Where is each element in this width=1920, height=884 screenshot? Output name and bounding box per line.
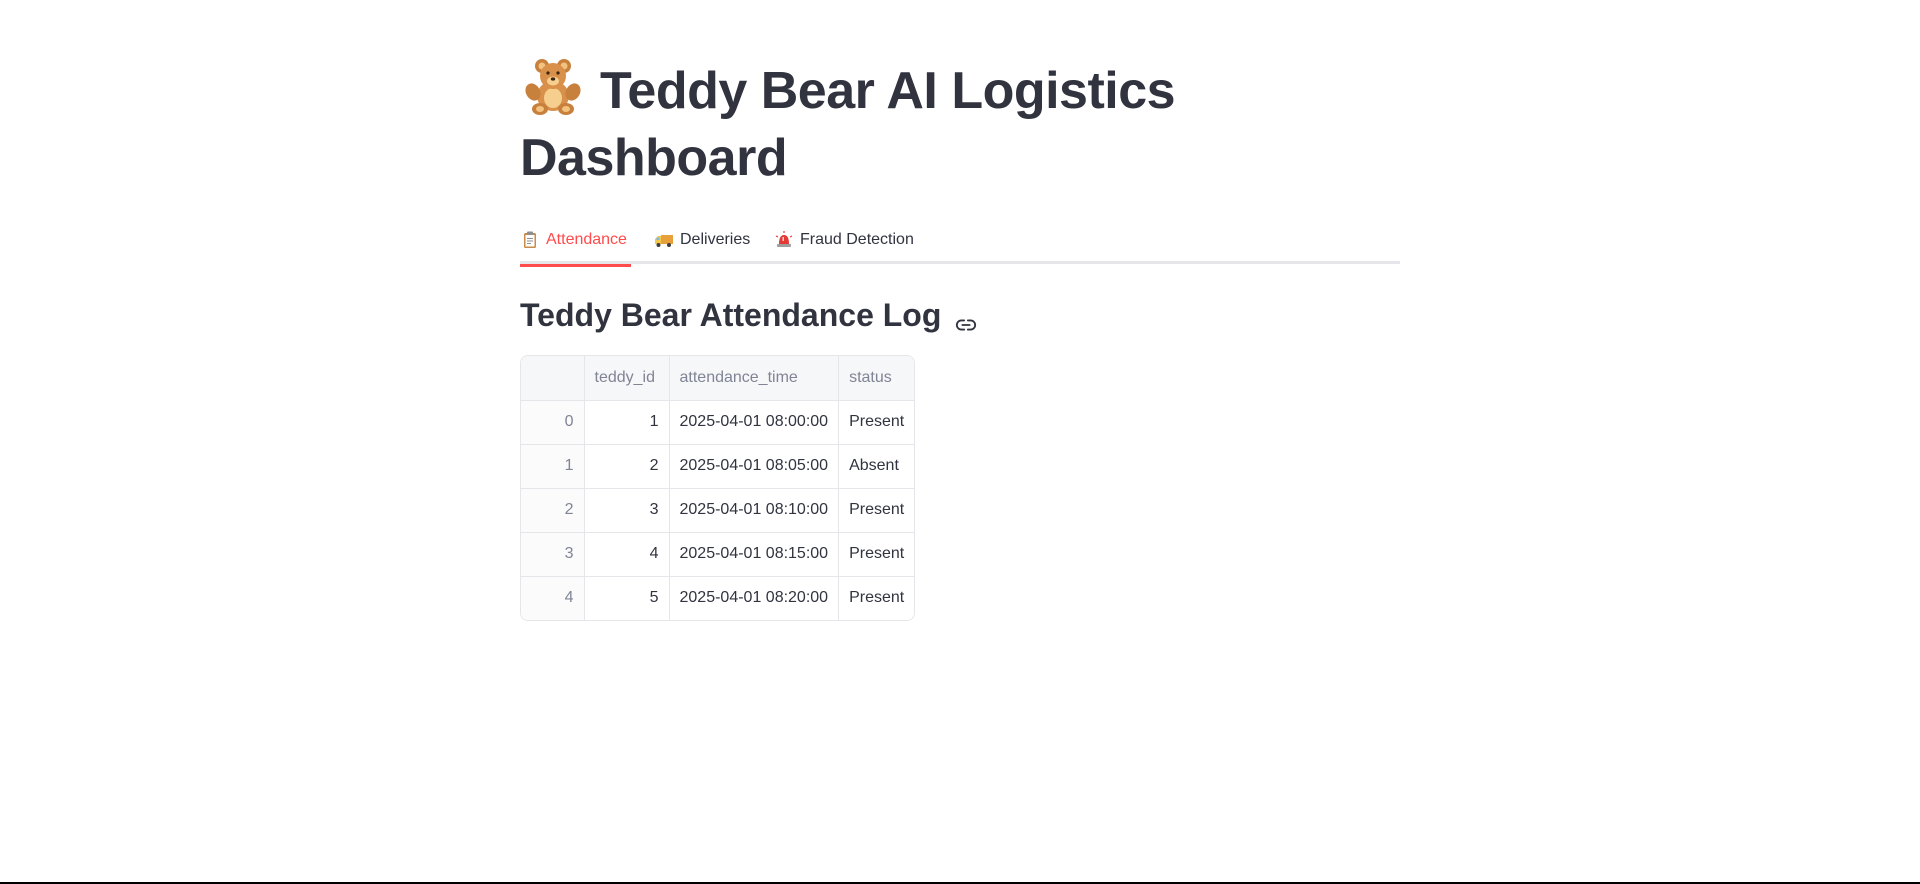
page-title: Teddy Bear AI Logistics Dashboard [520,56,1400,192]
teddy-id-cell[interactable]: 4 [584,532,670,577]
teddy-bear-icon [520,56,586,116]
table-row[interactable]: 0 1 2025-04-01 08:00:00 Present [521,400,915,445]
attendance-time-cell[interactable]: 2025-04-01 08:15:00 [669,532,840,577]
status-cell[interactable]: Absent [838,444,915,489]
column-header-status[interactable]: status [838,356,915,401]
teddy-id-cell[interactable]: 2 [584,444,670,489]
tab-fraud-detection[interactable]: Fraud Detection [774,216,924,264]
page-title-text: Teddy Bear AI Logistics Dashboard [520,62,1176,187]
tab-deliveries-label: Deliveries [680,231,751,248]
teddy-id-cell[interactable]: 3 [584,488,670,533]
attendance-time-cell[interactable]: 2025-04-01 08:05:00 [669,444,840,489]
tab-attendance[interactable]: Attendance [520,216,631,267]
column-header-attendance-time[interactable]: attendance_time [669,356,840,401]
tab-fraud-detection-label: Fraud Detection [800,231,914,248]
status-cell[interactable]: Present [838,488,915,533]
row-index: 4 [521,576,585,620]
clipboard-icon [520,230,540,250]
tab-bar: Attendance Deliveries Fraud Detection [520,216,1400,267]
column-header-teddy-id[interactable]: teddy_id [584,356,670,401]
table-row[interactable]: 4 5 2025-04-01 08:20:00 Present [521,576,914,620]
tab-deliveries[interactable]: Deliveries [654,216,754,264]
row-index: 3 [521,532,585,577]
table-row[interactable]: 1 2 2025-04-01 08:05:00 Absent [521,444,915,489]
row-index: 0 [521,400,585,445]
status-cell[interactable]: Present [839,576,915,620]
row-index: 2 [521,488,585,533]
teddy-id-cell[interactable]: 5 [584,576,670,620]
teddy-id-cell[interactable]: 1 [584,400,670,445]
app-page: Teddy Bear AI Logistics Dashboard Attend… [0,0,1920,884]
attendance-time-cell[interactable]: 2025-04-01 08:20:00 [669,576,840,620]
section-heading: Teddy Bear Attendance Log [520,292,977,338]
attendance-table[interactable]: teddy_id attendance_time status 0 1 2025… [520,355,916,621]
index-column-header[interactable] [521,356,585,401]
attendance-time-cell[interactable]: 2025-04-01 08:10:00 [669,488,840,533]
tab-attendance-label: Attendance [546,231,627,248]
status-cell[interactable]: Present [838,532,915,577]
delivery-truck-icon [654,230,674,250]
table-header-row: teddy_id attendance_time status [521,356,915,401]
link-icon[interactable] [955,307,977,331]
table-row[interactable]: 2 3 2025-04-01 08:10:00 Present [521,488,915,533]
status-cell[interactable]: Present [838,400,915,445]
police-light-icon [774,230,794,250]
row-index: 1 [521,444,585,489]
table-row[interactable]: 3 4 2025-04-01 08:15:00 Present [521,532,915,577]
section-heading-text: Teddy Bear Attendance Log [520,296,942,333]
attendance-time-cell[interactable]: 2025-04-01 08:00:00 [669,400,840,445]
